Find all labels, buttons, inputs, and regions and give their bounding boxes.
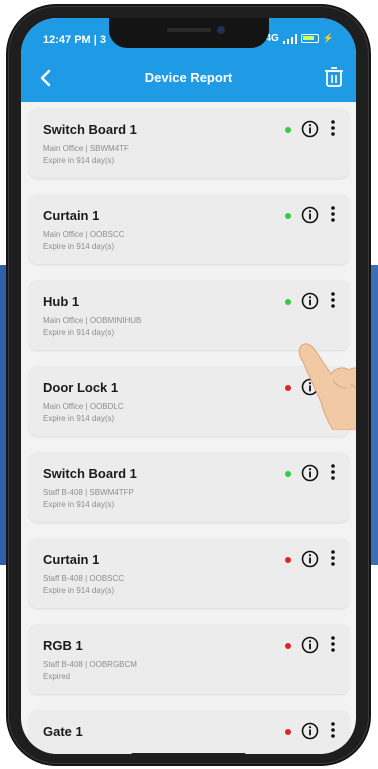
status-offline-dot xyxy=(285,729,291,735)
camera-notch xyxy=(109,18,269,48)
device-location: Main Office | OOBDLC xyxy=(43,402,124,411)
more-vertical-icon[interactable] xyxy=(329,548,337,568)
device-name: Curtain 1 xyxy=(43,208,100,223)
speaker-grille xyxy=(167,28,211,32)
device-location: Staff B-408 | OOBSCC xyxy=(43,574,125,583)
app-bar: 12:47 PM | 3 4G ⚡ Device Report xyxy=(21,18,356,102)
front-camera xyxy=(217,26,225,34)
info-icon[interactable] xyxy=(301,120,319,138)
device-location: Main Office | SBWM4TF xyxy=(43,144,129,153)
status-online-dot xyxy=(285,127,291,133)
device-card[interactable]: Switch Board 1 Staff B-408 | SBWM4TFP Ex… xyxy=(29,452,349,522)
device-name: Gate 1 xyxy=(43,724,83,739)
more-vertical-icon[interactable] xyxy=(329,376,337,396)
more-vertical-icon[interactable] xyxy=(329,204,337,224)
device-name: Door Lock 1 xyxy=(43,380,119,395)
status-online-dot xyxy=(285,299,291,305)
info-icon[interactable] xyxy=(301,292,319,310)
status-offline-dot xyxy=(285,385,291,391)
device-location: Main Office | OOBSCC xyxy=(43,230,125,239)
trash-icon[interactable] xyxy=(324,66,344,88)
device-location: Staff B-408 | SBWM4TFP xyxy=(43,488,134,497)
more-vertical-icon[interactable] xyxy=(329,290,337,310)
status-offline-dot xyxy=(285,557,291,563)
device-name: RGB 1 xyxy=(43,638,83,653)
device-location: Main Office | OOBMINIHUB xyxy=(43,316,142,325)
device-name: Switch Board 1 xyxy=(43,466,137,481)
more-vertical-icon[interactable] xyxy=(329,720,337,740)
device-card[interactable]: Door Lock 1 Main Office | OOBDLC Expire … xyxy=(29,366,349,436)
status-icons: 4G ⚡ xyxy=(265,33,334,44)
device-name: Switch Board 1 xyxy=(43,122,137,137)
info-icon[interactable] xyxy=(301,550,319,568)
device-name: Curtain 1 xyxy=(43,552,100,567)
home-indicator[interactable] xyxy=(131,753,246,754)
device-expiry: Expired xyxy=(43,672,71,681)
battery-icon xyxy=(300,34,319,43)
info-icon[interactable] xyxy=(301,636,319,654)
device-card[interactable]: Hub 1 Main Office | OOBMINIHUB Expire in… xyxy=(29,280,349,350)
info-icon[interactable] xyxy=(301,378,319,396)
device-expiry: Expire in 914 day(s) xyxy=(43,500,115,509)
device-name: Hub 1 xyxy=(43,294,80,309)
device-expiry: Expire in 914 day(s) xyxy=(43,414,115,423)
device-card[interactable]: Gate 1 xyxy=(29,710,349,754)
device-expiry: Expire in 914 day(s) xyxy=(43,156,115,165)
info-icon[interactable] xyxy=(301,206,319,224)
device-card[interactable]: Curtain 1 Main Office | OOBSCC Expire in… xyxy=(29,194,349,264)
device-expiry: Expire in 914 day(s) xyxy=(43,242,115,251)
signal-icon xyxy=(282,33,297,44)
device-card[interactable]: Curtain 1 Staff B-408 | OOBSCC Expire in… xyxy=(29,538,349,608)
device-expiry: Expire in 914 day(s) xyxy=(43,586,115,595)
more-vertical-icon[interactable] xyxy=(329,462,337,482)
status-online-dot xyxy=(285,471,291,477)
charging-icon: ⚡ xyxy=(322,33,334,43)
status-time: 12:47 PM | 3 xyxy=(43,34,106,46)
phone-frame: 12:47 PM | 3 4G ⚡ Device Report Switch B… xyxy=(6,4,371,766)
device-location: Staff B-408 | OOBRGBCM xyxy=(43,660,137,669)
status-offline-dot xyxy=(285,643,291,649)
device-card[interactable]: RGB 1 Staff B-408 | OOBRGBCM Expired xyxy=(29,624,349,694)
more-vertical-icon[interactable] xyxy=(329,634,337,654)
info-icon[interactable] xyxy=(301,464,319,482)
phone-screen: 12:47 PM | 3 4G ⚡ Device Report Switch B… xyxy=(21,18,356,754)
more-vertical-icon[interactable] xyxy=(329,118,337,138)
page-title: Device Report xyxy=(144,70,233,85)
status-online-dot xyxy=(285,213,291,219)
info-icon[interactable] xyxy=(301,722,319,740)
device-card[interactable]: Switch Board 1 Main Office | SBWM4TF Exp… xyxy=(29,108,349,178)
device-expiry: Expire in 914 day(s) xyxy=(43,328,115,337)
